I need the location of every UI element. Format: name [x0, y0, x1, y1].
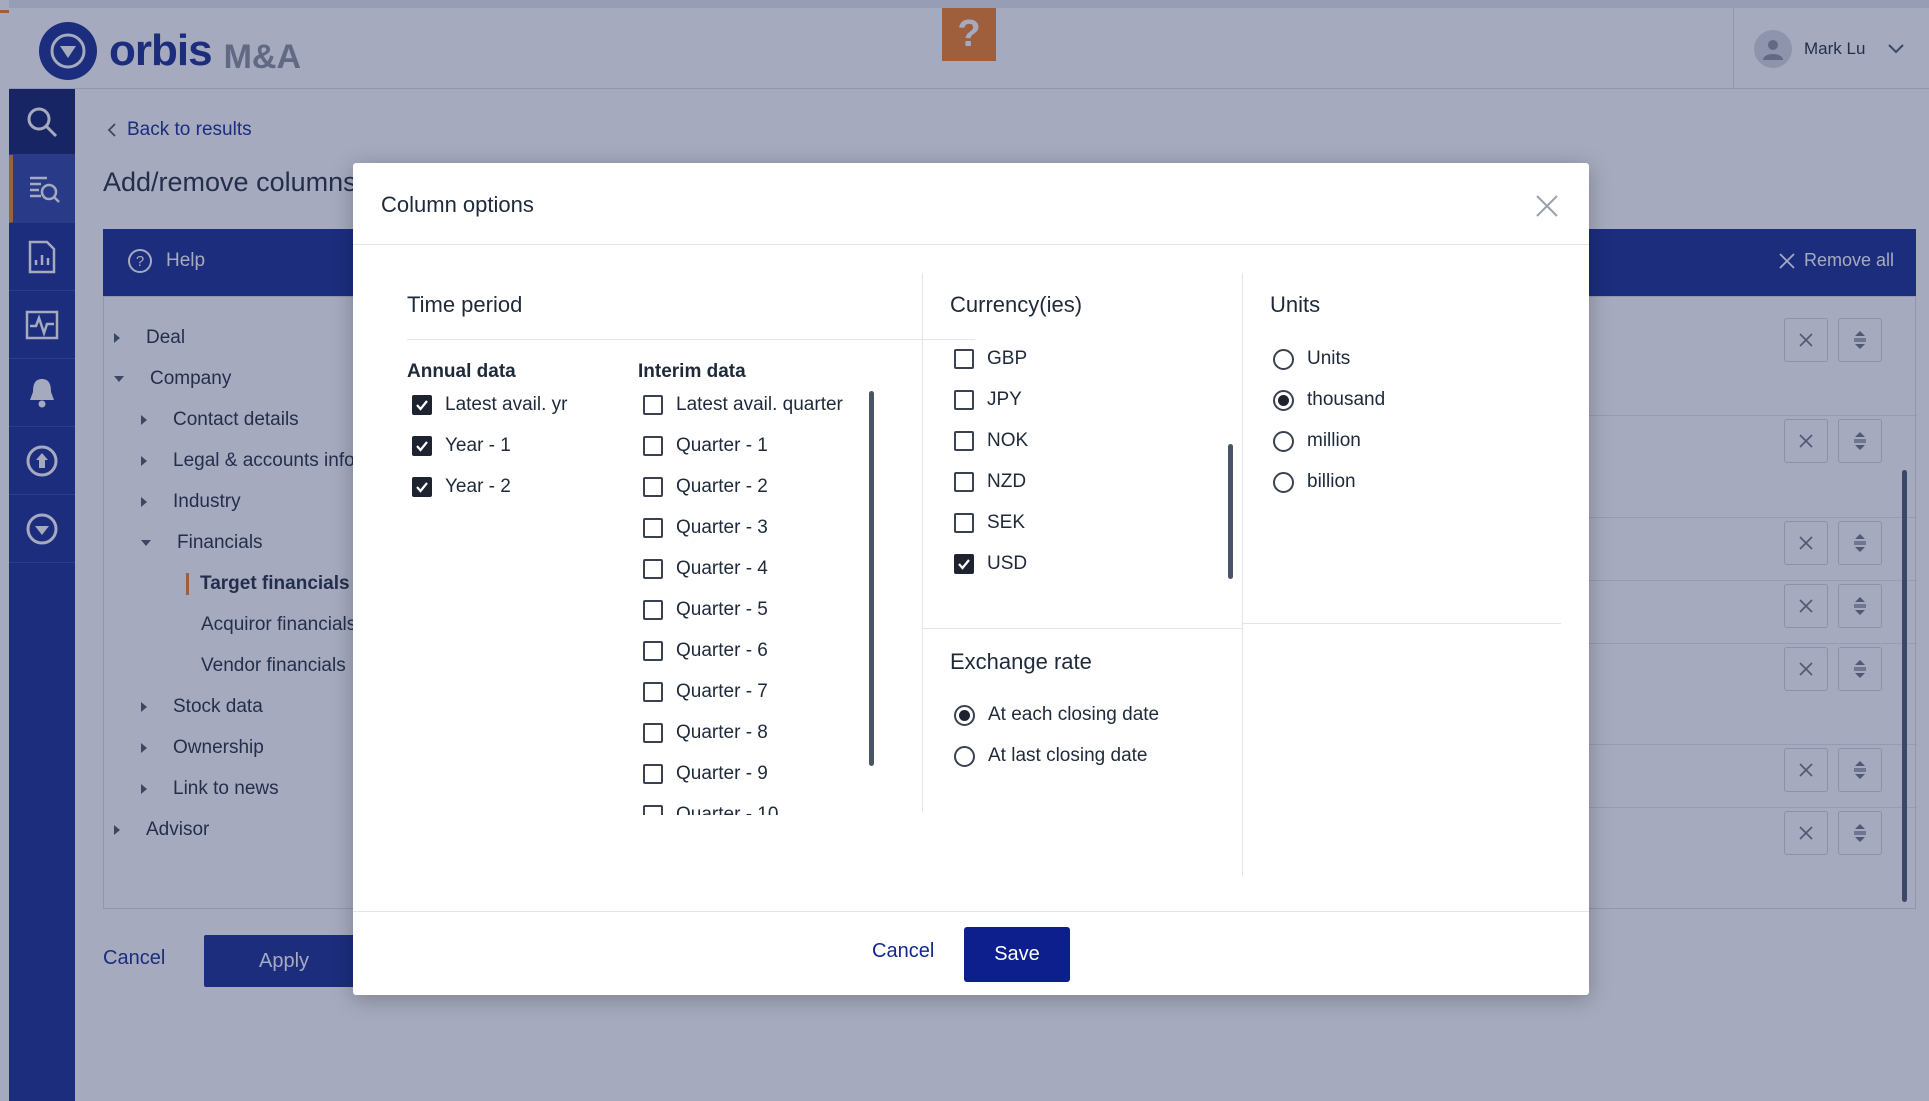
column-options-dialog: Column options Time period Annual data I… — [353, 163, 1589, 995]
radio-button[interactable] — [954, 745, 975, 767]
currency-option[interactable]: USD — [954, 553, 1027, 575]
checkbox[interactable] — [412, 477, 432, 497]
checkbox[interactable] — [954, 472, 974, 492]
currency-option[interactable]: SEK — [954, 512, 1025, 534]
section-divider — [923, 628, 1242, 629]
checkbox[interactable] — [954, 554, 974, 574]
currency-option[interactable]: NZD — [954, 471, 1026, 493]
checkbox[interactable] — [643, 764, 663, 784]
column-divider — [922, 273, 923, 813]
exchange-rate-title: Exchange rate — [950, 649, 1092, 674]
checkbox[interactable] — [643, 518, 663, 538]
currencies-title: Currency(ies) — [950, 292, 1083, 317]
units-title: Units — [1270, 292, 1321, 317]
interim-option[interactable]: Quarter - 7 — [643, 681, 768, 703]
checkbox[interactable] — [412, 436, 432, 456]
interim-option[interactable]: Quarter - 6 — [643, 640, 768, 662]
checkbox[interactable] — [643, 682, 663, 702]
check-icon — [416, 400, 428, 411]
interim-data-heading: Interim data — [638, 361, 746, 382]
radio-button[interactable] — [954, 704, 975, 726]
checkbox[interactable] — [643, 805, 663, 815]
dialog-footer: Cancel Save — [353, 911, 1589, 995]
interim-scrollbar[interactable] — [869, 391, 874, 766]
interim-list[interactable]: Latest avail. quarter Quarter - 1 Quarte… — [638, 385, 918, 815]
section-divider — [1243, 623, 1561, 624]
radio-button[interactable] — [1273, 348, 1294, 370]
dialog-title: Column options — [381, 192, 534, 217]
check-icon — [958, 559, 970, 570]
units-option[interactable]: Units — [1273, 348, 1350, 370]
column-divider — [1242, 273, 1243, 877]
checkbox[interactable] — [954, 431, 974, 451]
interim-option[interactable]: Quarter - 2 — [643, 476, 768, 498]
checkbox[interactable] — [643, 436, 663, 456]
annual-option[interactable]: Year - 1 — [412, 435, 511, 457]
checkbox[interactable] — [643, 641, 663, 661]
check-icon — [416, 482, 428, 493]
checkbox[interactable] — [643, 559, 663, 579]
currency-scrollbar[interactable] — [1228, 444, 1233, 579]
checkbox[interactable] — [643, 723, 663, 743]
interim-option[interactable]: Latest avail. quarter — [643, 394, 843, 416]
checkbox[interactable] — [643, 600, 663, 620]
checkbox[interactable] — [954, 513, 974, 533]
save-button[interactable]: Save — [964, 927, 1070, 982]
units-option[interactable]: million — [1273, 430, 1361, 452]
checkbox[interactable] — [954, 349, 974, 369]
interim-option[interactable]: Quarter - 10 — [643, 804, 778, 815]
close-icon[interactable] — [1535, 194, 1559, 218]
interim-option[interactable]: Quarter - 1 — [643, 435, 768, 457]
annual-option[interactable]: Year - 2 — [412, 476, 511, 498]
radio-button[interactable] — [1273, 471, 1294, 493]
interim-option[interactable]: Quarter - 3 — [643, 517, 768, 539]
checkbox[interactable] — [412, 395, 432, 415]
interim-option[interactable]: Quarter - 5 — [643, 599, 768, 621]
dialog-header: Column options — [353, 163, 1589, 245]
radio-dot — [959, 709, 970, 721]
cancel-button[interactable]: Cancel — [872, 940, 934, 963]
annual-data-heading: Annual data — [407, 361, 516, 382]
time-period-title: Time period — [407, 292, 523, 317]
interim-option[interactable]: Quarter - 8 — [643, 722, 768, 744]
exchange-rate-option[interactable]: At each closing date — [954, 704, 1159, 726]
currency-option[interactable]: GBP — [954, 348, 1027, 370]
checkbox[interactable] — [643, 395, 663, 415]
units-option[interactable]: billion — [1273, 471, 1356, 493]
currency-option[interactable]: JPY — [954, 389, 1022, 411]
interim-option[interactable]: Quarter - 4 — [643, 558, 768, 580]
section-divider — [407, 339, 975, 340]
checkbox[interactable] — [643, 477, 663, 497]
interim-option[interactable]: Quarter - 9 — [643, 763, 768, 785]
radio-button[interactable] — [1273, 430, 1294, 452]
checkbox[interactable] — [954, 390, 974, 410]
radio-button[interactable] — [1273, 389, 1294, 411]
exchange-rate-option[interactable]: At last closing date — [954, 745, 1147, 767]
radio-dot — [1278, 394, 1289, 406]
units-option[interactable]: thousand — [1273, 389, 1385, 411]
check-icon — [416, 441, 428, 452]
annual-option[interactable]: Latest avail. yr — [412, 394, 568, 416]
currency-option[interactable]: NOK — [954, 430, 1028, 452]
